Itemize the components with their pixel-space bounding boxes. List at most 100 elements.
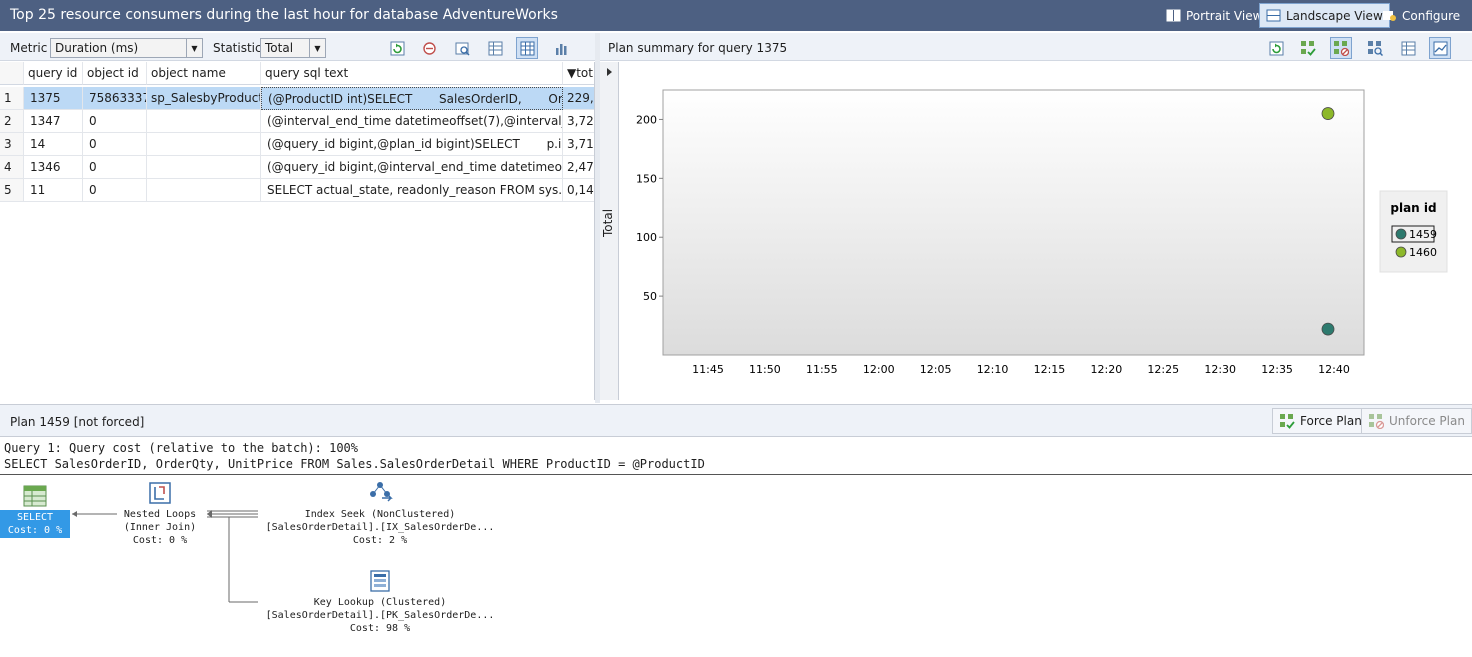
plan-node-select[interactable]: SELECT Cost: 0 % bbox=[0, 484, 70, 538]
table-row-object-name[interactable]: sp_SalesbyProduct bbox=[147, 87, 261, 110]
query-cost-line: Query 1: Query cost (relative to the bat… bbox=[4, 441, 359, 455]
table-row-query-id[interactable]: 1346 bbox=[24, 156, 83, 179]
row-number[interactable]: 3 bbox=[0, 133, 24, 156]
data-point-plan-1460[interactable] bbox=[1321, 107, 1335, 120]
grid-detail-button[interactable] bbox=[516, 37, 538, 59]
plan-grid-view-button[interactable] bbox=[1397, 37, 1419, 59]
plan-node-nested-loops[interactable]: Nested Loops (Inner Join) Cost: 0 % bbox=[110, 480, 210, 547]
table-row-sql[interactable]: SELECT actual_state, readonly_reason FRO… bbox=[261, 179, 563, 202]
grid-view-button[interactable] bbox=[484, 37, 506, 59]
track-query-button[interactable] bbox=[418, 37, 440, 59]
table-row-sql[interactable]: (@query_id bigint,@interval_end_time dat… bbox=[261, 156, 563, 179]
row-number[interactable]: 5 bbox=[0, 179, 24, 202]
table-row-query-id[interactable]: 14 bbox=[24, 133, 83, 156]
view-query-button[interactable] bbox=[451, 37, 473, 59]
statistic-select[interactable]: Total ▼ bbox=[260, 38, 326, 58]
key-lookup-sub: [SalesOrderDetail].[PK_SalesOrderDe... bbox=[265, 610, 495, 621]
table-row-object-id[interactable]: 0 bbox=[83, 110, 147, 133]
grid-icon bbox=[1401, 41, 1415, 55]
table-row-object-name[interactable] bbox=[147, 133, 261, 156]
column-header-total[interactable]: ▼tot bbox=[563, 62, 594, 85]
table-row-sql[interactable]: (@query_id bigint,@plan_id bigint)SELECT… bbox=[261, 133, 563, 156]
plan-bar: Plan 1459 [not forced] Force Plan Unforc… bbox=[0, 404, 1472, 437]
plan-summary-title: Plan summary for query 1375 bbox=[608, 41, 788, 55]
refresh-icon bbox=[390, 41, 404, 55]
column-header-object-name[interactable]: object name bbox=[147, 62, 261, 85]
row-number[interactable]: 1 bbox=[0, 87, 24, 110]
plan-chart-view-button[interactable] bbox=[1429, 37, 1451, 59]
table-row-object-name[interactable] bbox=[147, 179, 261, 202]
table-row-total[interactable]: 2,47 bbox=[563, 156, 594, 179]
row-number[interactable]: 4 bbox=[0, 156, 24, 179]
plot-area bbox=[662, 89, 1365, 356]
index-seek-sub: [SalesOrderDetail].[IX_SalesOrderDe... bbox=[265, 522, 495, 533]
select-node-label: SELECT Cost: 0 % bbox=[0, 510, 70, 538]
select-node-cost: Cost: 0 % bbox=[7, 525, 63, 536]
key-lookup-name: Key Lookup (Clustered) bbox=[313, 597, 447, 608]
query-separator bbox=[0, 474, 1472, 475]
table-row-object-id[interactable]: 0 bbox=[83, 179, 147, 202]
x-tick-label: 12:10 bbox=[977, 363, 1009, 376]
configure-button[interactable]: Configure bbox=[1376, 3, 1466, 28]
table-row-total[interactable]: 229,7 bbox=[563, 87, 594, 110]
legend-title: plan id bbox=[1390, 201, 1436, 215]
column-header-query-sql-text[interactable]: query sql text bbox=[261, 62, 563, 85]
table-row-query-id[interactable]: 1347 bbox=[24, 110, 83, 133]
refresh-plan-button[interactable] bbox=[1265, 37, 1287, 59]
table-row-query-id[interactable]: 11 bbox=[24, 179, 83, 202]
portrait-view-button[interactable]: Portrait View bbox=[1160, 3, 1268, 28]
plan-node-key-lookup[interactable]: Key Lookup (Clustered) [SalesOrderDetail… bbox=[260, 568, 500, 635]
table-row-object-id[interactable]: 0 bbox=[83, 156, 147, 179]
legend-entry-1460[interactable]: 1460 bbox=[1409, 246, 1437, 259]
table-row-object-id[interactable]: 75863337 bbox=[83, 87, 147, 110]
chart-collapse-strip[interactable]: Total bbox=[600, 62, 619, 400]
configure-icon bbox=[1383, 11, 1396, 21]
table-row-total[interactable]: 3,71 bbox=[563, 133, 594, 156]
x-tick-label: 12:20 bbox=[1091, 363, 1123, 376]
line-chart-icon bbox=[1433, 41, 1447, 55]
data-point-plan-1459[interactable] bbox=[1321, 322, 1335, 336]
top-consumers-grid[interactable]: query id object id object name query sql… bbox=[0, 62, 595, 400]
window-title: Top 25 resource consumers during the las… bbox=[10, 7, 558, 23]
table-row-sql[interactable]: (@interval_end_time datetimeoffset(7),@i… bbox=[261, 110, 563, 133]
plan-node-index-seek[interactable]: Index Seek (NonClustered) [SalesOrderDet… bbox=[260, 480, 500, 547]
row-number[interactable]: 2 bbox=[0, 110, 24, 133]
query-text: Query 1: Query cost (relative to the bat… bbox=[4, 440, 705, 472]
view-query-icon bbox=[455, 42, 470, 56]
chart-view-button[interactable] bbox=[550, 37, 572, 59]
column-header-object-id[interactable]: object id bbox=[83, 62, 147, 85]
legend-entry-1459[interactable]: 1459 bbox=[1409, 228, 1437, 241]
table-row-object-id[interactable]: 0 bbox=[83, 133, 147, 156]
landscape-view-button[interactable]: Landscape View bbox=[1259, 3, 1390, 28]
query-sql-line: SELECT SalesOrderID, OrderQty, UnitPrice… bbox=[4, 457, 705, 471]
table-row-object-name[interactable] bbox=[147, 110, 261, 133]
unforce-plan-button[interactable]: Unforce Plan bbox=[1361, 408, 1472, 434]
plan-summary-scatter-chart[interactable]: 50 100 150 200 11:45 11:50 11:55 12:00 12:05 12:… bbox=[620, 62, 1472, 400]
nested-loops-icon bbox=[149, 482, 171, 504]
bar-chart-icon bbox=[555, 43, 566, 55]
metric-select[interactable]: Duration (ms) ▼ bbox=[50, 38, 203, 58]
refresh-icon bbox=[1269, 41, 1283, 55]
table-row-total[interactable]: 3,72 bbox=[563, 110, 594, 133]
table-row-total[interactable]: 0,14 bbox=[563, 179, 594, 202]
force-plan-button[interactable]: Force Plan bbox=[1272, 408, 1369, 434]
compare-plans-button[interactable] bbox=[1364, 37, 1386, 59]
force-plan-icon bbox=[1301, 41, 1316, 56]
force-plan-toolbar-button[interactable] bbox=[1297, 37, 1319, 59]
y-tick-label: 100 bbox=[636, 231, 657, 244]
table-row-sql[interactable]: (@ProductID int)SELECT SalesOrderID, Ord… bbox=[261, 87, 563, 110]
grid-corner bbox=[0, 62, 24, 85]
expand-arrow-icon[interactable] bbox=[606, 68, 613, 76]
column-header-query-id[interactable]: query id bbox=[24, 62, 83, 85]
x-tick-label: 12:00 bbox=[863, 363, 895, 376]
compare-plans-icon bbox=[1368, 41, 1383, 56]
key-lookup-icon bbox=[370, 570, 390, 592]
table-row-query-id[interactable]: 1375 bbox=[24, 87, 83, 110]
unforce-plan-toolbar-button[interactable] bbox=[1330, 37, 1352, 59]
table-row-object-name[interactable] bbox=[147, 156, 261, 179]
chevron-down-icon: ▼ bbox=[309, 39, 325, 57]
unforce-plan-icon bbox=[1369, 414, 1384, 429]
refresh-button[interactable] bbox=[386, 37, 408, 59]
title-bar: Top 25 resource consumers during the las… bbox=[0, 0, 1472, 31]
x-tick-label: 11:50 bbox=[749, 363, 781, 376]
